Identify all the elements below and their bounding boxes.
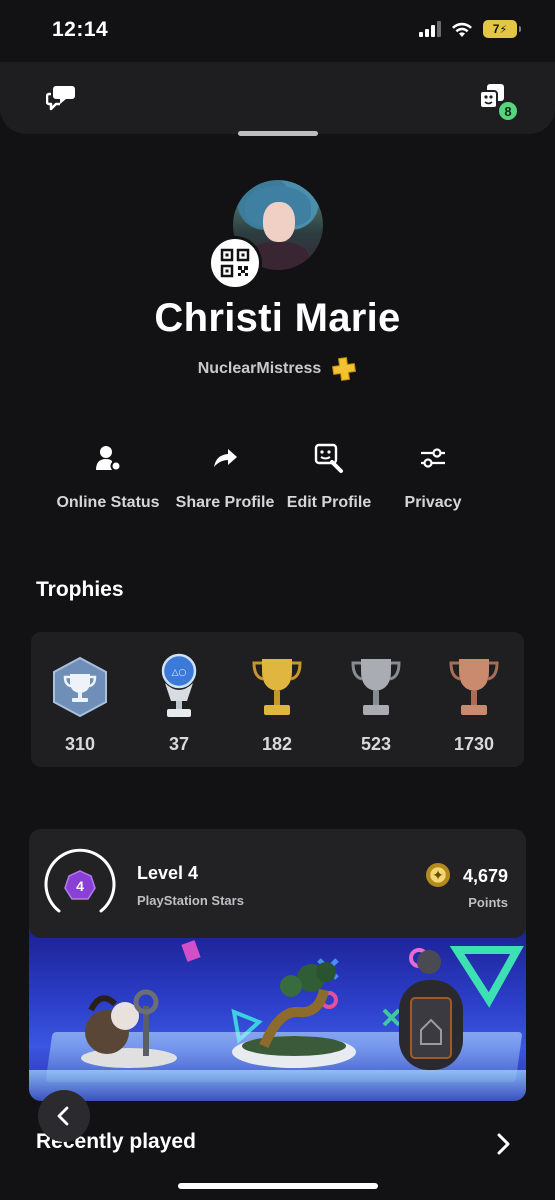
online-id: NuclearMistress [197,360,322,377]
privacy-button[interactable]: Privacy [378,440,488,512]
trophy-level-value: 310 [64,734,96,754]
points-label: Points [468,895,508,910]
chevron-left-icon [57,1106,69,1126]
online-status-label: Online Status [56,494,160,511]
edit-profile-button[interactable]: Edit Profile [274,440,384,512]
cellular-signal-icon [419,21,441,37]
stars-subtitle: PlayStation Stars [137,893,244,908]
notification-badge: 8 [497,100,519,122]
chevron-right-icon[interactable] [493,1132,513,1156]
trophy-silver: 523 [336,652,416,755]
edit-profile-icon [314,443,343,473]
level-ring: 4 [44,848,116,913]
points-value: 4,679 [462,866,508,886]
status-icons: 7 ⚡ [419,20,521,38]
qr-code-icon [220,248,250,278]
ps-plus-icon [332,356,357,382]
home-indicator[interactable] [178,1183,378,1189]
messages-icon[interactable] [46,82,78,112]
stars-collectibles-banner[interactable] [29,920,526,1101]
level-title: Level 4 [137,863,199,883]
drag-handle[interactable] [238,131,318,136]
wifi-icon [452,22,472,37]
battery-level: 7 [492,22,500,36]
display-name: Christi Marie [154,296,401,340]
bronze-trophy-icon [449,659,499,715]
sliders-icon [421,448,445,468]
points-coin-icon: ✦ [426,863,450,887]
silver-trophy-icon [351,659,401,715]
qr-code-button[interactable] [208,236,262,290]
person-status-icon [96,446,122,472]
trophies-title: Trophies [36,578,124,601]
trophy-gold-value: 182 [261,734,293,754]
top-header-panel: 8 [0,62,555,134]
online-status-button[interactable]: Online Status [53,440,163,512]
share-profile-button[interactable]: Share Profile [170,440,280,512]
battery-indicator: 7 ⚡ [483,20,521,38]
trophy-platinum: △○ 37 [139,652,219,755]
trophy-bronze: 1730 [434,652,514,755]
trophy-gold: 182 [237,652,317,755]
platinum-trophy-icon: △○ [161,653,197,717]
status-time: 12:14 [52,18,109,41]
status-bar: 12:14 7 ⚡ [0,0,555,62]
share-arrow-icon [214,449,237,467]
trophy-silver-value: 523 [360,734,392,754]
online-id-row: NuclearMistress [0,356,555,382]
trophy-level-icon [53,656,107,718]
back-button[interactable] [38,1090,90,1142]
trophies-card[interactable]: 310 △○ 37 182 523 1730 [31,632,524,767]
svg-text:△○: △○ [172,668,187,678]
trophy-platinum-value: 37 [168,734,190,754]
trophy-level: 310 [40,652,120,755]
privacy-label: Privacy [404,494,462,511]
level-number: 4 [76,878,84,894]
edit-profile-label: Edit Profile [286,494,372,511]
share-profile-label: Share Profile [175,494,275,511]
playstation-stars-card[interactable]: 4 Level 4 PlayStation Stars ✦ 4,679 Poin… [29,829,526,938]
trophy-bronze-value: 1730 [453,734,495,754]
gold-trophy-icon [252,659,302,715]
banner-shelf-front [29,1070,526,1101]
